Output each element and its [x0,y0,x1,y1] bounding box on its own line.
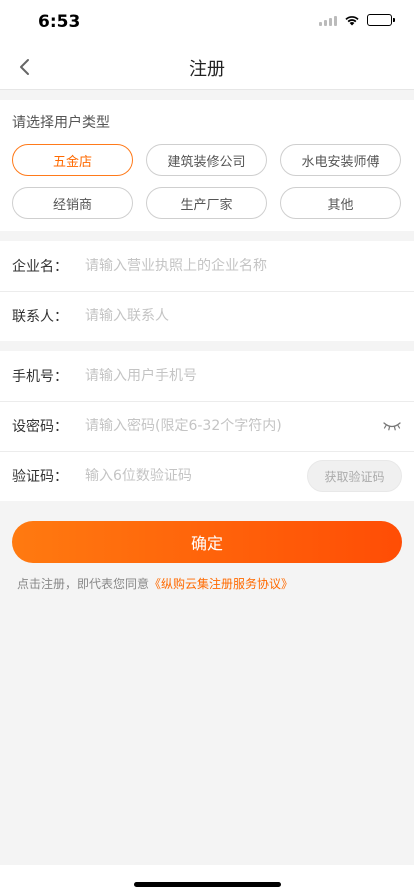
home-indicator[interactable] [134,882,281,887]
contact-input[interactable] [85,308,402,324]
user-type-other[interactable]: 其他 [280,187,401,219]
contact-row: 联系人： [0,291,414,341]
status-icons [319,14,395,26]
submit-button[interactable]: 确定 [12,521,402,563]
company-name-row: 企业名： [0,241,414,291]
nav-bar: 注册 [0,44,414,90]
agreement-prefix: 点击注册，即代表您同意 [17,577,150,591]
user-type-hardware-store[interactable]: 五金店 [12,144,133,176]
status-bar: 6:53 [0,0,414,44]
battery-icon [367,14,395,26]
cellular-signal-icon [319,15,337,26]
phone-input[interactable] [85,368,402,384]
status-time: 6:53 [38,12,81,32]
password-row: 设密码： [0,401,414,451]
bottom-bar [0,865,414,896]
verification-code-label: 验证码： [12,469,68,485]
agreement-text: 点击注册，即代表您同意《纵购云集注册服务协议》 [17,575,414,592]
user-type-construction-company[interactable]: 建筑装修公司 [146,144,267,176]
phone-label: 手机号： [12,369,68,385]
user-type-section: 请选择用户类型 五金店 建筑装修公司 水电安装师傅 经销商 生产厂家 其他 [0,100,414,231]
verification-code-row: 验证码： 获取验证码 [0,451,414,501]
agreement-link[interactable]: 《纵购云集注册服务协议》 [149,577,293,591]
company-name-label: 企业名： [12,259,68,275]
user-type-manufacturer[interactable]: 生产厂家 [146,187,267,219]
company-name-input[interactable] [85,258,402,274]
user-type-options: 五金店 建筑装修公司 水电安装师傅 经销商 生产厂家 其他 [12,144,402,219]
user-type-label: 请选择用户类型 [12,115,110,131]
get-code-button[interactable]: 获取验证码 [307,460,402,492]
phone-row: 手机号： [0,351,414,401]
eye-closed-icon[interactable] [382,419,402,433]
password-label: 设密码： [12,419,68,435]
password-input[interactable] [85,418,382,434]
page-title: 注册 [189,59,225,80]
user-type-plumber-electrician[interactable]: 水电安装师傅 [280,144,401,176]
account-form: 手机号： 设密码： 验证码： 获取验证码 [0,351,414,501]
verification-code-input[interactable] [85,468,307,484]
company-form: 企业名： 联系人： [0,241,414,341]
user-type-distributor[interactable]: 经销商 [12,187,133,219]
contact-label: 联系人： [12,309,68,325]
wifi-icon [345,16,359,26]
